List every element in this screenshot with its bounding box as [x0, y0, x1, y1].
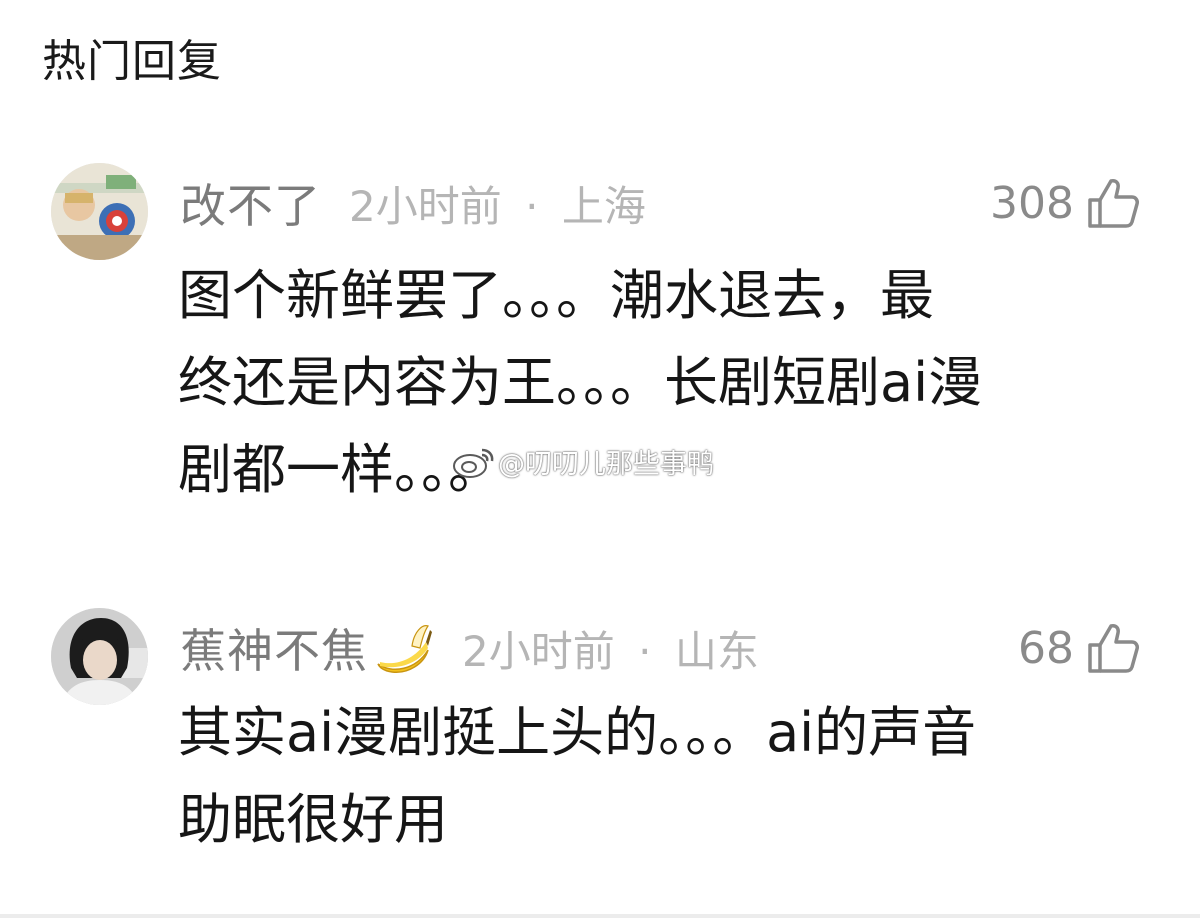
username[interactable]: 改不了 [180, 170, 321, 236]
weibo-logo-icon [453, 448, 494, 478]
like-button[interactable]: 308 [990, 170, 1140, 236]
divider [0, 914, 1200, 918]
comment-time: 2小时前 [462, 626, 615, 676]
comment-location: 上海 [561, 181, 646, 231]
thumbs-up-icon [1088, 179, 1139, 228]
watermark-text: @叨叨儿那些事鸭 [498, 449, 714, 480]
comment-meta: 2小时前 · 山东 [462, 618, 759, 679]
thumbs-up-icon [1088, 624, 1139, 673]
meta-separator: · [638, 626, 652, 676]
watermark: @叨叨儿那些事鸭 [452, 442, 714, 481]
avatar[interactable] [51, 163, 148, 260]
banana-emoji [377, 625, 432, 673]
comment-text: 其实ai漫剧挺上头的。。。ai的声音 助眠很好用 [178, 701, 977, 851]
like-count: 308 [990, 177, 1074, 229]
comment-meta: 2小时前 · 上海 [349, 173, 646, 234]
comment-time: 2小时前 [349, 181, 502, 231]
comment-location: 山东 [674, 626, 759, 676]
like-button[interactable]: 68 [1018, 615, 1140, 681]
section-title: 热门回复 [42, 36, 222, 87]
like-count: 68 [1018, 622, 1074, 674]
meta-separator: · [525, 181, 539, 231]
person-photo-avatar-icon [51, 608, 148, 705]
avatar[interactable] [51, 608, 148, 705]
username[interactable]: 蕉神不焦 [180, 615, 368, 681]
cartoon-avatar-icon [51, 163, 148, 260]
